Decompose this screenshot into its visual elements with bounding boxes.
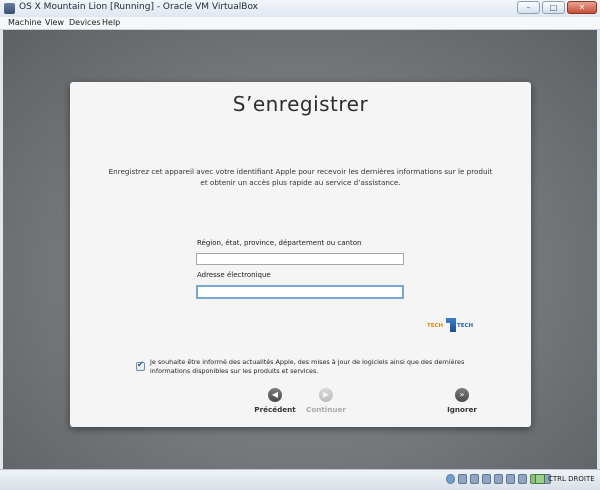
guest-display[interactable]: S’enregistrer Enregistrez cet appareil a…	[3, 30, 597, 469]
close-button[interactable]: ✕	[567, 1, 597, 14]
video-capture-icon[interactable]	[518, 474, 527, 484]
arrow-left-icon: ◀	[268, 388, 282, 402]
continue-button[interactable]: ▶ Continuer	[296, 388, 356, 414]
menu-machine[interactable]: Machine	[8, 18, 42, 27]
description-line-2: et obtenir un accès plus rapide au servi…	[200, 178, 401, 187]
hard-disk-icon[interactable]	[446, 474, 455, 484]
menu-devices[interactable]: Devices	[69, 18, 101, 27]
newsletter-checkbox[interactable]	[136, 360, 145, 371]
menu-bar: Machine View Devices Help	[0, 17, 600, 30]
host-key-icon	[535, 474, 545, 484]
watermark-text-left: TECH	[427, 323, 444, 329]
email-input[interactable]	[196, 285, 404, 299]
page-title: S’enregistrer	[232, 92, 369, 116]
menu-view[interactable]: View	[45, 18, 64, 27]
watermark-mark-icon	[446, 318, 456, 332]
skip-label: Ignorer	[447, 405, 477, 414]
window-controls: – □ ✕	[517, 1, 597, 14]
arrow-right-icon: ▶	[319, 388, 333, 402]
continue-label: Continuer	[306, 405, 346, 414]
host-key-label: CTRL DROITE	[548, 475, 595, 483]
shared-folders-icon[interactable]	[482, 474, 491, 484]
network-icon[interactable]	[494, 474, 503, 484]
window-title: OS X Mountain Lion [Running] - Oracle VM…	[19, 2, 258, 12]
display-icon[interactable]	[506, 474, 515, 484]
fast-forward-icon: »	[455, 388, 469, 402]
tech-watermark-logo: TECH TECH	[427, 318, 475, 332]
minimize-button[interactable]: –	[517, 1, 540, 14]
maximize-button[interactable]: □	[542, 1, 565, 14]
watermark-text-right: TECH	[457, 323, 474, 329]
host-key-indicator: CTRL DROITE	[535, 474, 595, 484]
setup-assistant-panel: S’enregistrer Enregistrez cet appareil a…	[70, 82, 531, 427]
menu-help[interactable]: Help	[102, 18, 120, 27]
skip-button[interactable]: » Ignorer	[432, 388, 492, 414]
description: Enregistrez cet appareil avec votre iden…	[90, 166, 511, 188]
usb-icon[interactable]	[470, 474, 479, 484]
title-bar: OS X Mountain Lion [Running] - Oracle VM…	[0, 0, 600, 18]
description-line-1: Enregistrez cet appareil avec votre iden…	[108, 167, 493, 176]
newsletter-checkbox-label[interactable]: Je souhaite être informé des actualités …	[150, 358, 480, 376]
region-label: Région, état, province, département ou c…	[197, 239, 362, 247]
optical-drive-icon[interactable]	[458, 474, 467, 484]
region-input[interactable]	[196, 253, 404, 265]
status-bar: CTRL DROITE	[0, 469, 600, 490]
email-label: Adresse électronique	[197, 271, 271, 279]
virtualbox-icon	[4, 3, 15, 14]
